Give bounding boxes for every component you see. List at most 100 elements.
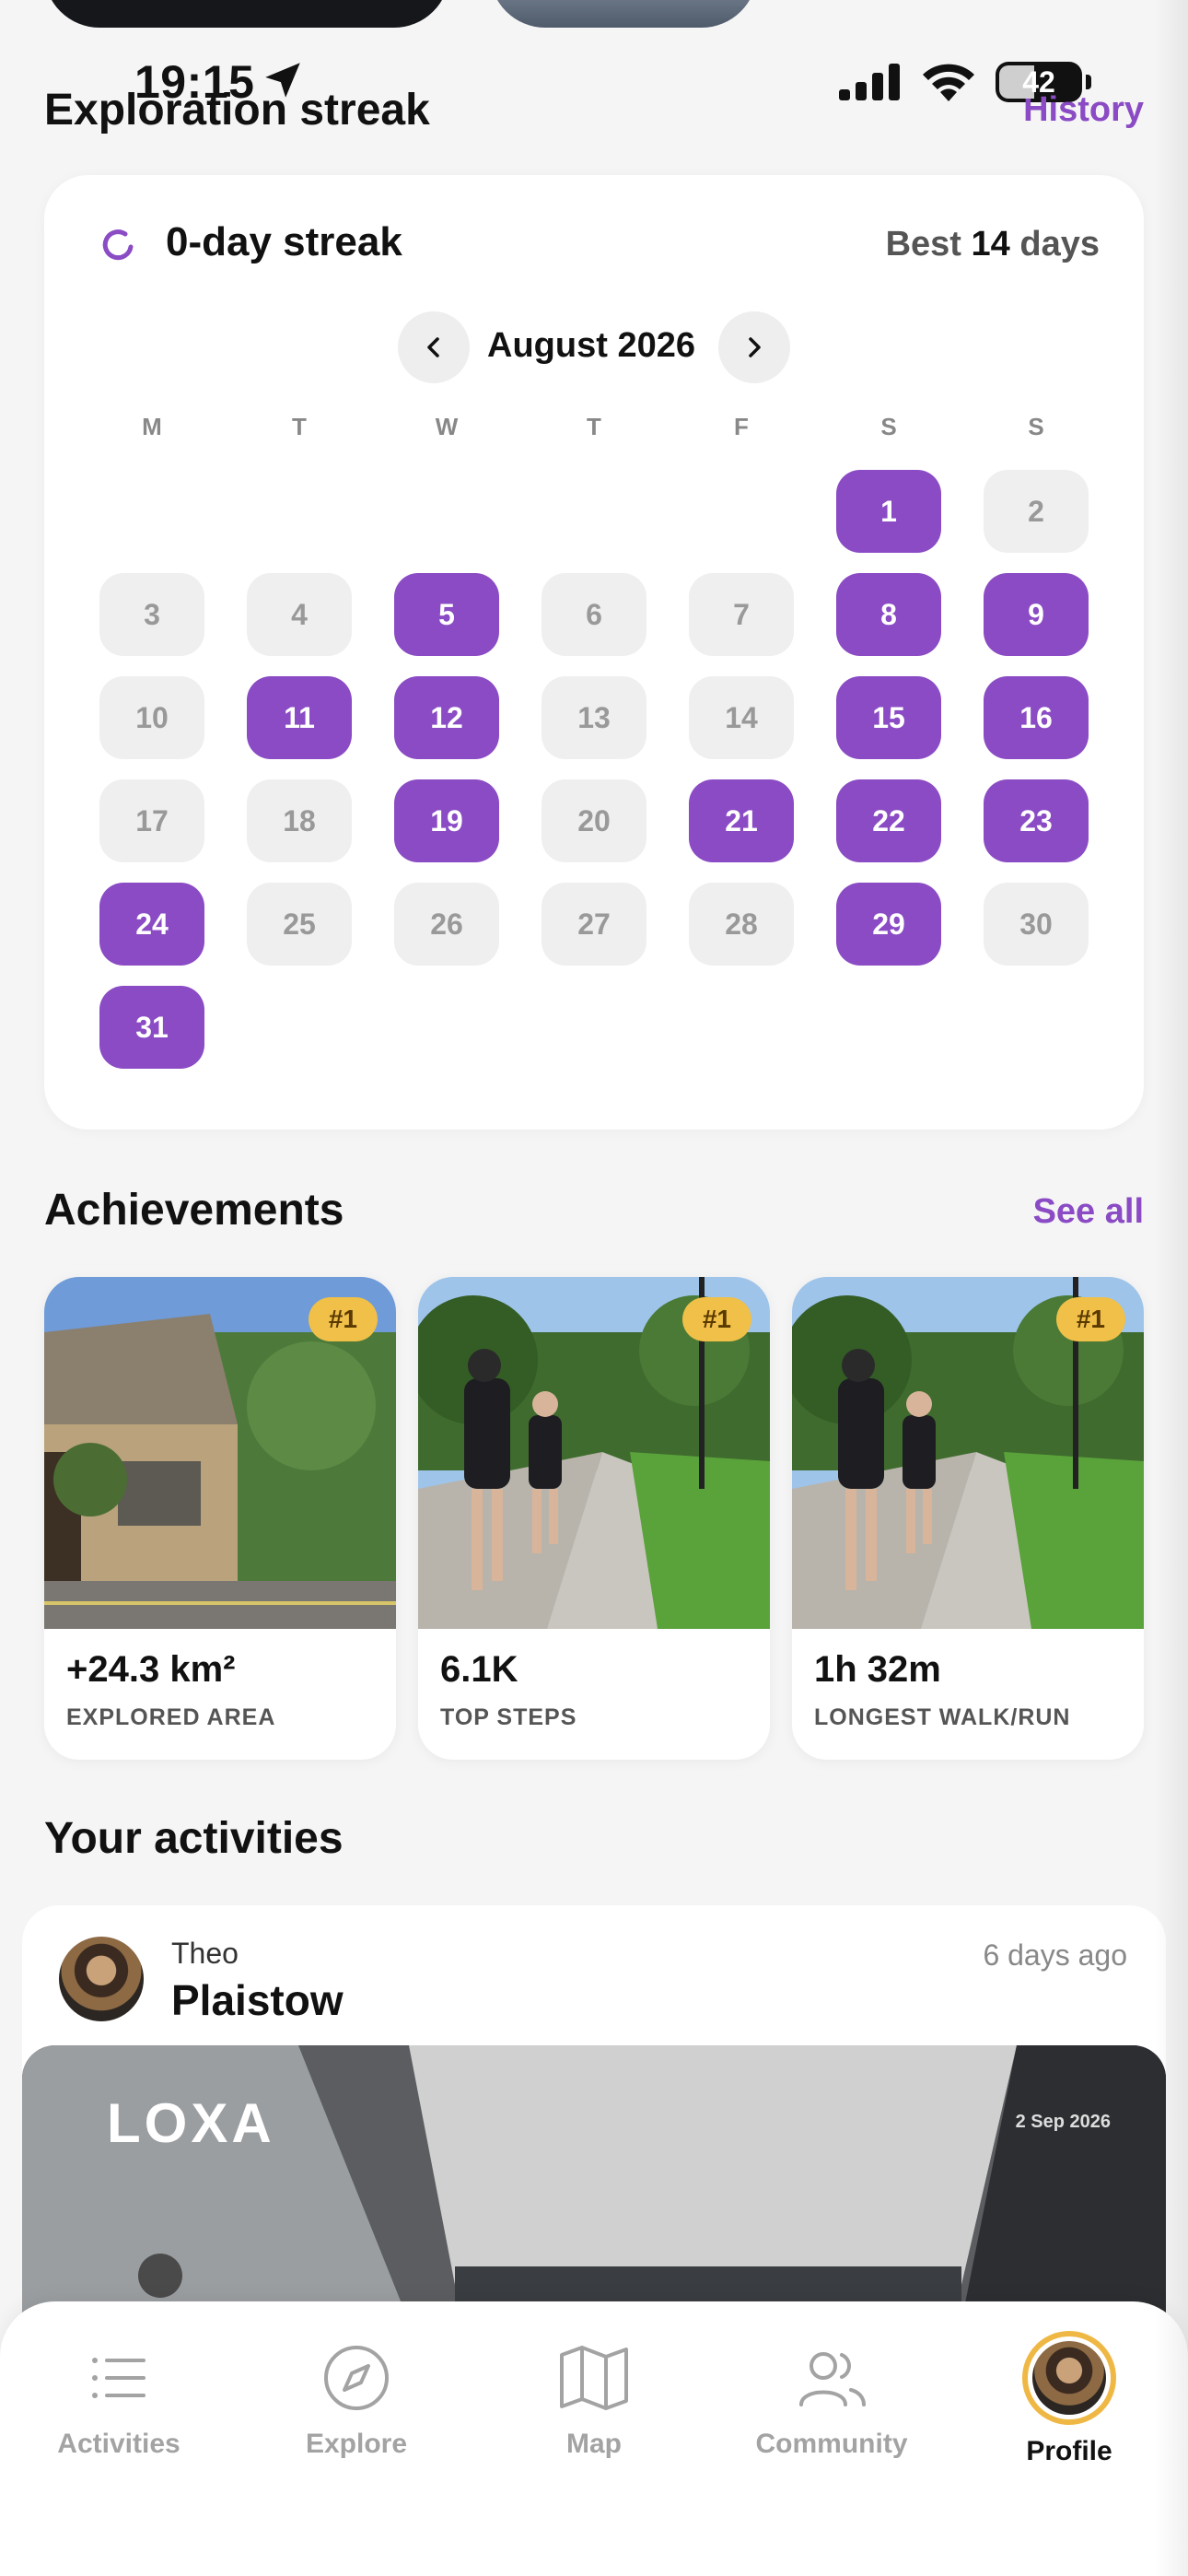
achievement-value: 1h 32m xyxy=(814,1649,941,1690)
calendar-day-active[interactable]: 23 xyxy=(984,779,1089,862)
brand-watermark: LOXA xyxy=(107,2092,275,2154)
next-month-button[interactable] xyxy=(718,311,790,383)
chevron-right-icon xyxy=(749,337,761,357)
weekday-label: S xyxy=(1028,413,1044,440)
calendar-day-active[interactable]: 16 xyxy=(984,676,1089,759)
activity-user: Theo xyxy=(171,1937,239,1970)
tab-label: Profile xyxy=(1026,2436,1112,2466)
streak-count: 0-day streak xyxy=(166,219,402,264)
tab-community[interactable]: Community xyxy=(713,2338,950,2460)
calendar-day-active[interactable]: 1 xyxy=(836,470,941,553)
map-icon xyxy=(560,2346,628,2410)
tab-activities[interactable]: Activities xyxy=(0,2338,238,2460)
photo-date: 2 Sep 2026 xyxy=(1015,2112,1111,2132)
calendar-day-active[interactable]: 5 xyxy=(394,573,499,656)
thumbnail-dark xyxy=(44,0,449,28)
calendar-day-active[interactable]: 22 xyxy=(836,779,941,862)
cellular-signal-icon xyxy=(839,64,900,100)
weekday-label: T xyxy=(587,413,601,440)
tab-label: Community xyxy=(755,2429,908,2459)
activity-time: 6 days ago xyxy=(983,1938,1127,1972)
calendar-blank xyxy=(689,470,794,553)
best-prefix: Best xyxy=(885,225,961,263)
calendar-day[interactable]: 20 xyxy=(542,779,646,862)
calendar-day-active[interactable]: 11 xyxy=(247,676,352,759)
chevron-left-icon xyxy=(427,337,439,357)
calendar-day-active[interactable]: 15 xyxy=(836,676,941,759)
calendar-day-active[interactable]: 8 xyxy=(836,573,941,656)
calendar-day[interactable]: 26 xyxy=(394,883,499,966)
streak-flame-icon xyxy=(102,229,134,261)
calendar-day[interactable]: 3 xyxy=(99,573,204,656)
calendar-day[interactable]: 18 xyxy=(247,779,352,862)
calendar-blank xyxy=(247,470,352,553)
weekday-label: F xyxy=(734,413,749,440)
month-label: August 2026 xyxy=(487,326,695,365)
calendar-day[interactable]: 7 xyxy=(689,573,794,656)
calendar-day-active[interactable]: 29 xyxy=(836,883,941,966)
streak-section-title: Exploration streak xyxy=(44,86,430,135)
achievement-card[interactable]: #1 1h 32m LONGEST WALK/RUN xyxy=(792,1277,1144,1760)
achievements-title: Achievements xyxy=(44,1186,344,1235)
achievement-card[interactable]: #1 +24.3 km² EXPLORED AREA xyxy=(44,1277,396,1760)
rank-badge: #1 xyxy=(308,1297,378,1341)
people-icon xyxy=(799,2352,866,2406)
calendar-day-active[interactable]: 9 xyxy=(984,573,1089,656)
weekday-label: W xyxy=(435,413,459,440)
compass-icon xyxy=(324,2346,389,2410)
calendar-day[interactable]: 25 xyxy=(247,883,352,966)
battery-level: 42 xyxy=(1022,64,1055,99)
tab-profile[interactable]: Profile xyxy=(950,2331,1188,2467)
calendar-day[interactable]: 30 xyxy=(984,883,1089,966)
achievement-card[interactable]: #1 6.1K TOP STEPS xyxy=(418,1277,770,1760)
avatar[interactable] xyxy=(59,1937,144,2021)
weekday-label: S xyxy=(880,413,897,440)
achievement-label: TOP STEPS xyxy=(440,1704,577,1730)
achievement-value: +24.3 km² xyxy=(66,1649,236,1690)
calendar-day-active[interactable]: 24 xyxy=(99,883,204,966)
tab-label: Explore xyxy=(305,2429,408,2459)
calendar-day-active[interactable]: 12 xyxy=(394,676,499,759)
rank-badge: #1 xyxy=(681,1297,751,1341)
see-all-link[interactable]: See all xyxy=(1033,1192,1144,1232)
bottom-tab-bar: Activities Explore Map Community Profile xyxy=(0,2301,1188,2576)
activity-photo[interactable]: LOXA 2 Sep 2026 xyxy=(22,2045,1166,2322)
calendar-day[interactable]: 4 xyxy=(247,573,352,656)
list-icon xyxy=(92,2358,146,2398)
calendar-blank xyxy=(394,470,499,553)
activity-place: Plaistow xyxy=(171,1976,344,2024)
calendar-day[interactable]: 27 xyxy=(542,883,646,966)
achievement-label: EXPLORED AREA xyxy=(66,1704,276,1730)
activity-photo-image xyxy=(22,2045,1166,2322)
achievement-value: 6.1K xyxy=(440,1649,518,1690)
wifi-icon xyxy=(923,64,974,101)
rank-badge: #1 xyxy=(1055,1297,1125,1341)
best-suffix: days xyxy=(1019,225,1100,263)
prev-month-button[interactable] xyxy=(398,311,470,383)
tab-label: Activities xyxy=(57,2429,181,2459)
calendar-blank xyxy=(542,470,646,553)
scrolled-thumbnails xyxy=(0,0,1188,28)
calendar-day[interactable]: 6 xyxy=(542,573,646,656)
tab-map[interactable]: Map xyxy=(475,2338,713,2460)
calendar-day[interactable]: 2 xyxy=(984,470,1089,553)
calendar-day[interactable]: 28 xyxy=(689,883,794,966)
profile-avatar xyxy=(1022,2331,1116,2425)
calendar-blank xyxy=(99,470,204,553)
calendar-day[interactable]: 14 xyxy=(689,676,794,759)
calendar-day-active[interactable]: 21 xyxy=(689,779,794,862)
calendar-grid: 1 2 3 4 5 6 7 8 9 10 11 12 13 14 15 16 17 18 19 20 21 22 23 24 2… xyxy=(99,470,1089,1069)
best-value: 14 xyxy=(971,225,1010,263)
calendar-day-active[interactable]: 19 xyxy=(394,779,499,862)
achievement-label: LONGEST WALK/RUN xyxy=(814,1704,1071,1730)
calendar-day[interactable]: 10 xyxy=(99,676,204,759)
month-navigator: August 2026 xyxy=(44,311,1144,385)
streak-card: 0-day streak Best 14 days August 2026 MT… xyxy=(44,175,1144,1130)
tab-explore[interactable]: Explore xyxy=(238,2338,475,2460)
calendar-day[interactable]: 13 xyxy=(542,676,646,759)
status-indicators: 42 xyxy=(837,61,1091,103)
calendar-day-active[interactable]: 31 xyxy=(99,986,204,1069)
weekday-label: T xyxy=(292,413,307,440)
calendar-day[interactable]: 17 xyxy=(99,779,204,862)
weekday-label: M xyxy=(142,413,162,440)
